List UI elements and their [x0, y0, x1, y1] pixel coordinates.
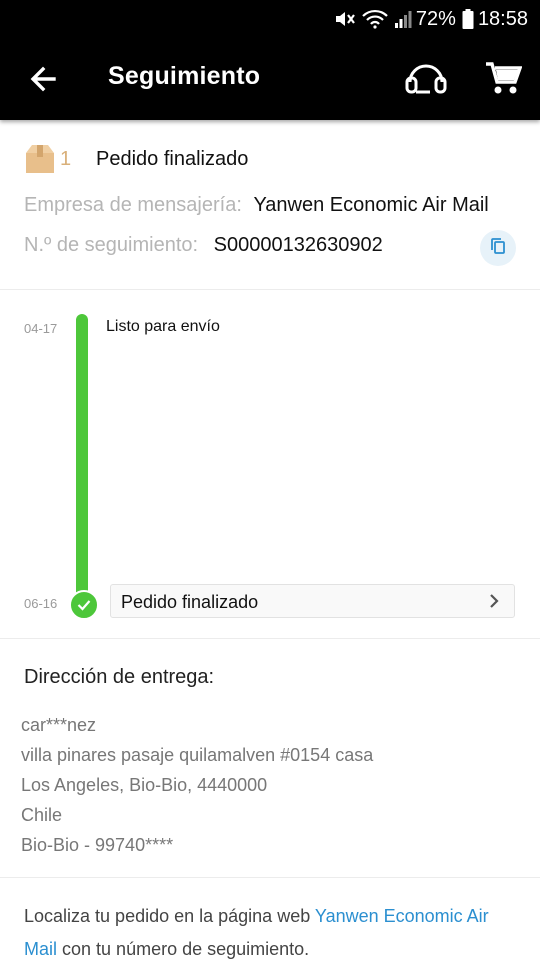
wifi-icon	[362, 9, 388, 29]
tracking-number-row: N.º de seguimiento: S00000132630902	[24, 234, 383, 257]
headset-support-icon[interactable]	[404, 58, 448, 98]
status-bar: 72% 18:58	[0, 0, 540, 38]
tracking-summary: 1 Pedido finalizado Empresa de mensajerí…	[0, 120, 540, 290]
address-line: Los Angeles, Bio-Bio, 4440000	[21, 775, 268, 795]
package-box-icon	[24, 144, 56, 174]
copy-icon	[489, 237, 507, 260]
address-line: Bio-Bio - 99740****	[21, 835, 174, 855]
event-label: Listo para envío	[106, 318, 220, 335]
clock: 18:58	[477, 7, 528, 30]
page-title: Seguimiento	[108, 62, 261, 90]
event-date: 06-16	[24, 596, 58, 611]
divider	[0, 638, 540, 639]
tracking-number: S00000132630902	[213, 234, 383, 256]
courier-value: Yanwen Economic Air Mail	[253, 194, 489, 216]
timeline-progress-line	[76, 314, 88, 602]
tracking-help-note: Localiza tu pedido en la página web Yanw…	[24, 900, 520, 966]
note-prefix: Localiza tu pedido en la página web	[24, 906, 315, 926]
shopping-cart-icon[interactable]	[484, 58, 523, 98]
mute-icon	[334, 9, 356, 29]
order-status-title: Pedido finalizado	[96, 148, 249, 170]
address-line: Chile	[21, 805, 63, 825]
divider	[0, 877, 540, 878]
package-count: 1	[60, 148, 72, 170]
note-suffix: con tu número de seguimiento.	[57, 939, 310, 959]
address-line: villa pinares pasaje quilamalven #0154 c…	[21, 745, 374, 765]
event-label: Pedido finalizado	[121, 592, 259, 612]
battery-percent: 72%	[415, 7, 456, 30]
event-date: 04-17	[24, 321, 58, 336]
courier-label: Empresa de mensajería:	[24, 194, 242, 216]
address-line: car***nez	[21, 715, 97, 735]
app-bar: Seguimiento	[0, 38, 540, 120]
delivery-address-title: Dirección de entrega:	[24, 666, 215, 688]
signal-icon	[394, 10, 412, 28]
copy-tracking-button[interactable]	[480, 230, 516, 266]
check-icon	[69, 590, 99, 620]
tracking-label: N.º de seguimiento:	[24, 234, 199, 256]
back-arrow-icon[interactable]	[26, 62, 60, 96]
battery-icon	[462, 9, 474, 29]
courier-row: Empresa de mensajería: Yanwen Economic A…	[24, 194, 489, 217]
latest-event-row[interactable]: Pedido finalizado	[110, 584, 515, 618]
chevron-right-icon	[488, 593, 500, 609]
tracking-timeline: 04-17 Listo para envío 06-16 Pedido fina…	[0, 290, 540, 638]
